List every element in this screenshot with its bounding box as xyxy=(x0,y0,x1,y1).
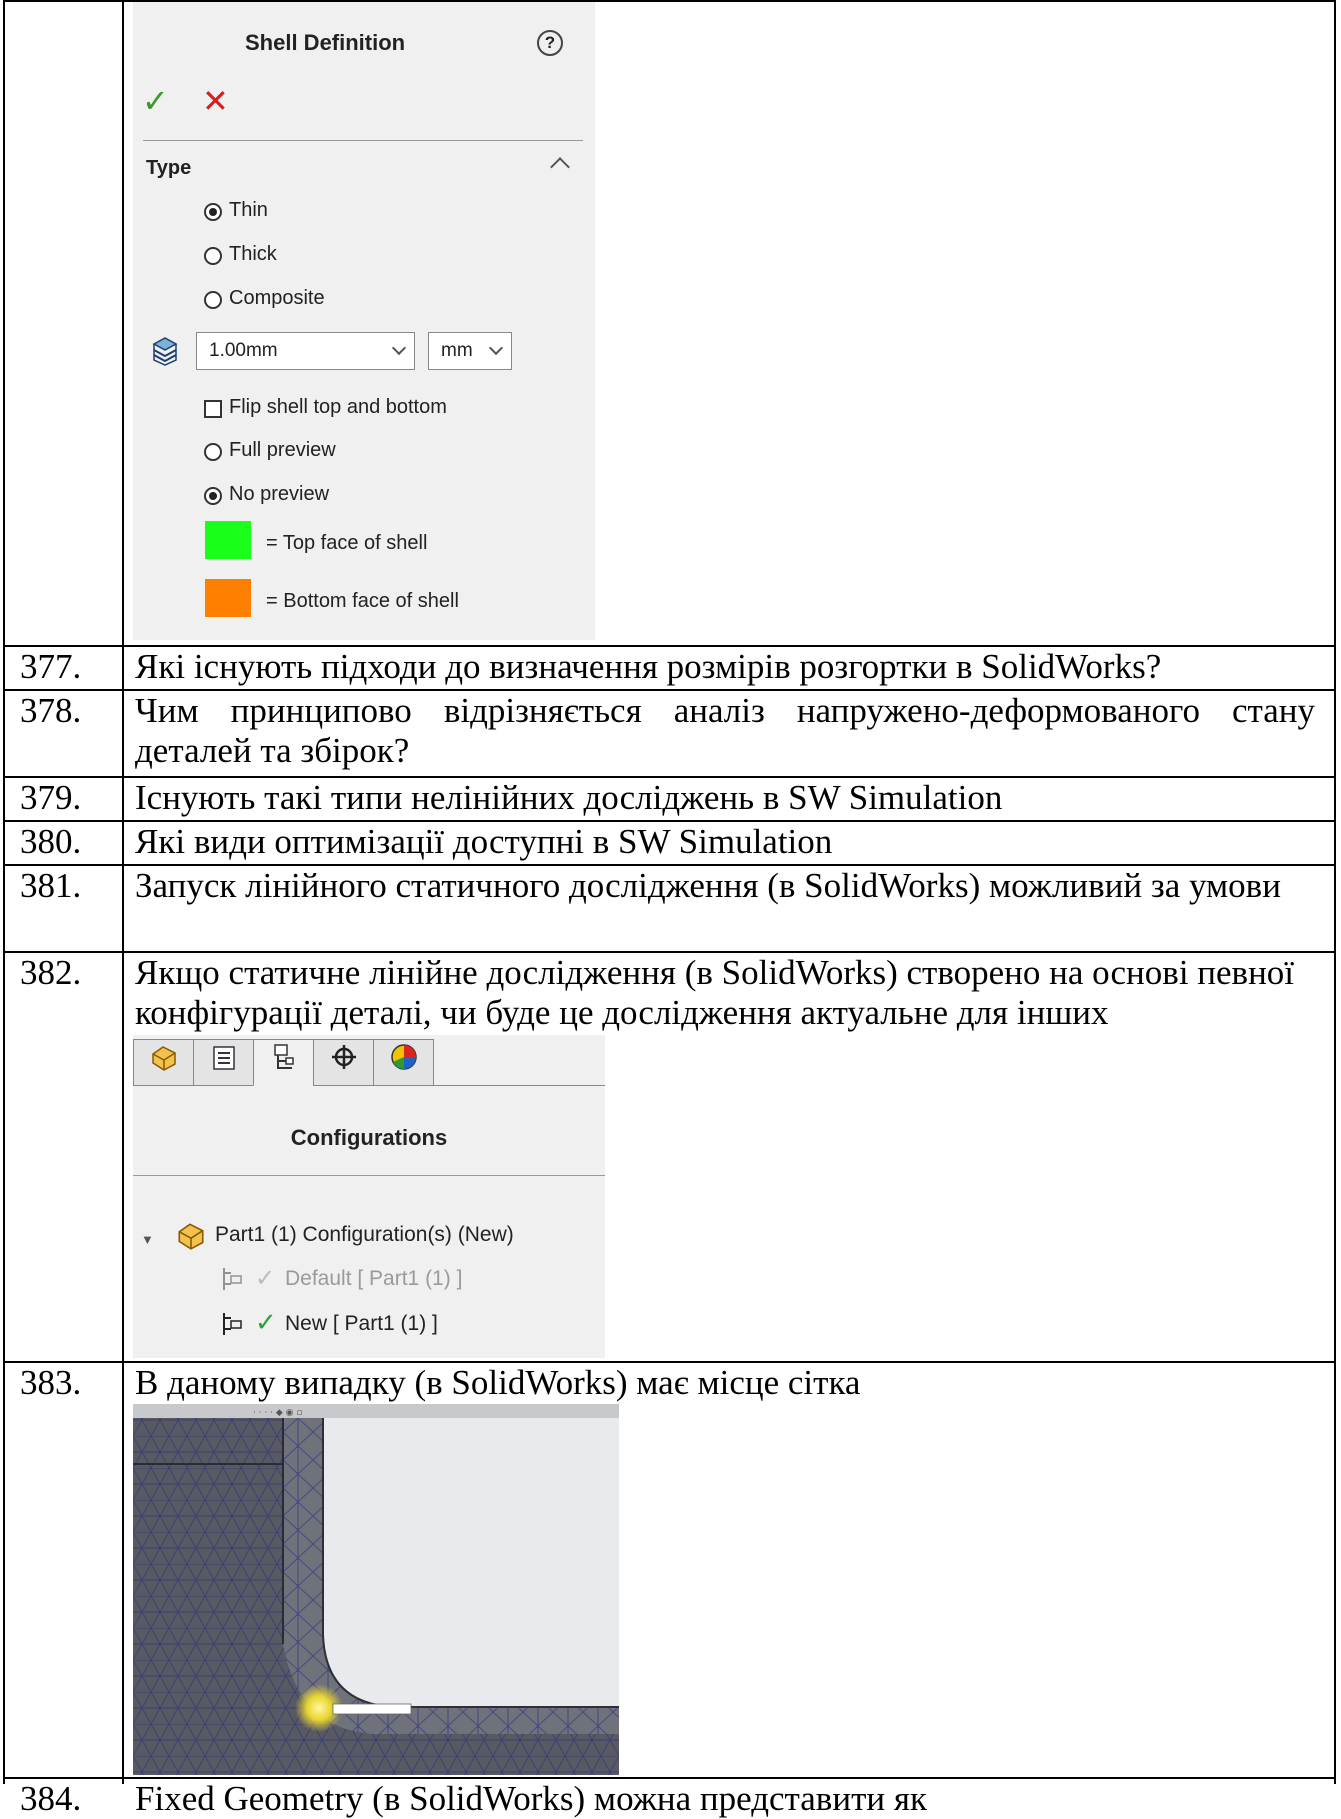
tab-bar-baseline xyxy=(433,1085,605,1086)
question-text: Які види оптимізації доступні в SW Simul… xyxy=(135,822,833,861)
question-text: Чим принципово відрізняється аналіз напр… xyxy=(135,691,1315,770)
configuration-manager-icon xyxy=(273,1044,294,1069)
question-number: 384. xyxy=(20,1779,82,1818)
collapse-chevron-icon[interactable] xyxy=(550,157,570,177)
configuration-icon xyxy=(221,1266,249,1297)
cancel-x-icon[interactable]: ✕ xyxy=(202,82,229,120)
expand-triangle-icon[interactable]: ▼ xyxy=(141,1232,154,1247)
question-number: 380. xyxy=(20,822,82,861)
question-number: 378. xyxy=(20,691,82,730)
svg-text:· · · · ◆ ◉ ▫: · · · · ◆ ◉ ▫ xyxy=(253,1408,302,1418)
full-preview-label: Full preview xyxy=(229,439,336,461)
radio-thick[interactable] xyxy=(204,247,222,265)
unit-combo[interactable]: mm xyxy=(428,332,512,370)
question-number: 379. xyxy=(20,778,82,817)
tab-configuration-manager[interactable] xyxy=(253,1039,314,1086)
flip-label: Flip shell top and bottom xyxy=(229,396,447,418)
ok-check-icon[interactable]: ✓ xyxy=(142,82,169,120)
panel-separator xyxy=(143,140,583,141)
display-manager-icon xyxy=(390,1044,417,1070)
table-column-divider xyxy=(122,0,124,1784)
question-number: 381. xyxy=(20,866,82,905)
question-number: 377. xyxy=(20,647,82,686)
table-right-border xyxy=(1334,0,1336,1784)
tab-display-manager[interactable] xyxy=(373,1039,434,1086)
panel-title: Shell Definition xyxy=(245,30,406,55)
chevron-down-icon xyxy=(391,340,407,356)
part-icon xyxy=(175,1219,207,1256)
radio-thick-label: Thick xyxy=(229,243,277,265)
bottom-face-label: = Bottom face of shell xyxy=(266,590,459,612)
help-icon[interactable]: ? xyxy=(537,30,563,56)
radio-full-preview[interactable] xyxy=(204,443,222,461)
radio-composite[interactable] xyxy=(204,291,222,309)
table-left-border xyxy=(3,0,5,1784)
question-number: 383. xyxy=(20,1363,82,1402)
top-face-label: = Top face of shell xyxy=(266,532,428,554)
question-text: Які існують підходи до визначення розмір… xyxy=(135,647,1162,686)
flip-checkbox[interactable] xyxy=(204,400,222,418)
question-text: Існують такі типи нелінійних досліджень … xyxy=(135,778,1003,817)
panel-separator xyxy=(133,1175,605,1176)
no-preview-label: No preview xyxy=(229,483,330,505)
thickness-combo[interactable]: 1.00mm xyxy=(196,332,415,370)
tab-feature-manager[interactable] xyxy=(133,1039,194,1086)
configuration-icon xyxy=(221,1311,249,1342)
dimxpert-icon xyxy=(331,1045,356,1069)
bottom-face-swatch xyxy=(205,579,251,617)
radio-thin-label: Thin xyxy=(229,199,268,221)
check-icon: ✓ xyxy=(255,1307,277,1337)
configuration-new[interactable]: New [ Part1 (1) ] xyxy=(285,1312,438,1336)
radio-composite-label: Composite xyxy=(229,287,325,309)
question-number: 382. xyxy=(20,953,82,992)
radio-thin[interactable] xyxy=(204,203,222,221)
thickness-icon xyxy=(151,336,179,372)
configuration-root[interactable]: Part1 (1) Configuration(s) (New) xyxy=(215,1223,514,1247)
question-text: Fixed Geometry (в SolidWorks) можна пред… xyxy=(135,1779,927,1818)
check-icon: ✓ xyxy=(255,1265,276,1292)
tab-dimxpert-manager[interactable] xyxy=(313,1039,374,1086)
unit-value: mm xyxy=(441,340,473,361)
thickness-value: 1.00mm xyxy=(209,340,278,361)
property-manager-icon xyxy=(212,1046,235,1070)
tab-property-manager[interactable] xyxy=(193,1039,254,1086)
part-icon xyxy=(151,1046,176,1071)
chevron-down-icon xyxy=(488,340,504,356)
mesh-image: · · · · ◆ ◉ ▫ xyxy=(133,1404,619,1775)
configurations-title: Configurations xyxy=(290,1125,448,1150)
top-face-swatch xyxy=(205,521,251,559)
question-text: Запуск лінійного статичного дослідження … xyxy=(135,866,1281,905)
mesh-fillet-picture: · · · · ◆ ◉ ▫ xyxy=(133,1404,619,1775)
question-text: В даному випадку (в SolidWorks) має місц… xyxy=(135,1363,861,1402)
radio-no-preview[interactable] xyxy=(204,487,222,505)
configuration-default[interactable]: Default [ Part1 (1) ] xyxy=(285,1267,462,1291)
section-title-type: Type xyxy=(146,157,192,179)
configurations-panel: Configurations ▼ Part1 (1) Configuration… xyxy=(133,1035,605,1358)
shell-definition-panel: Shell Definition ? ✓ ✕ Type Thin Thick C… xyxy=(133,2,595,640)
document-page: Shell Definition ? ✓ ✕ Type Thin Thick C… xyxy=(0,0,1341,1818)
